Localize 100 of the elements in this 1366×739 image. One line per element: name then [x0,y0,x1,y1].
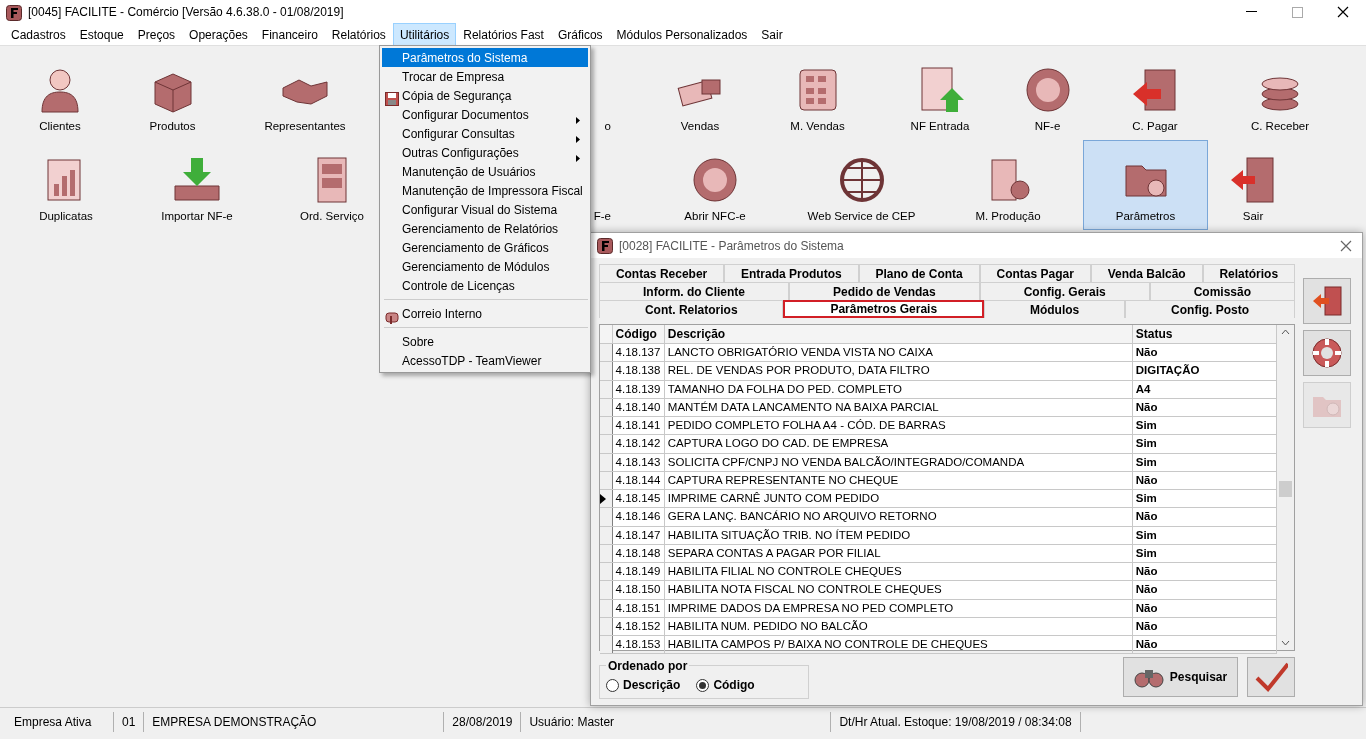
tab[interactable]: Relatórios [1202,264,1295,282]
app-logo-icon [597,238,613,255]
checkmark-icon [1254,662,1288,692]
code-cell: 4.18.141 [612,416,665,435]
scroll-down-icon[interactable] [1281,640,1290,646]
status-cell: Sim [1132,489,1277,508]
menu-item[interactable]: Configurar Documentos [382,105,588,124]
status-cell: Não [1132,343,1277,362]
dialog-title: [0028] FACILITE - Parâmetros do Sistema [619,237,844,255]
tray-arrow-icon [173,155,221,204]
code-cell: 4.18.142 [612,434,665,453]
desktop-shortcut[interactable]: Web Service de CEP [790,140,933,230]
description-cell: LANCTO OBRIGATÓRIO VENDA VISTA NO CAIXA [664,343,1133,362]
menu-item[interactable]: Controle de Licenças [382,276,588,295]
tab[interactable]: Plano de Conta [858,264,980,282]
tab[interactable]: Entrada Produtos [724,264,859,282]
column-header[interactable]: Descrição [664,325,1133,344]
code-cell: 4.18.153 [612,635,665,654]
tab[interactable]: Pedido de Vendas [789,282,980,300]
desktop-shortcut[interactable]: C. Receber [1220,50,1340,140]
description-cell: CAPTURA REPRESENTANTE NO CHEQUE [664,471,1133,490]
status-cell: Não [1132,599,1277,618]
description-cell: IMPRIME DADOS DA EMPRESA NO PED COMPLETO [664,599,1133,618]
desktop-shortcut[interactable]: Duplicatas [0,140,132,230]
scrollbar[interactable] [1277,325,1294,650]
status-cell: Sim [1132,526,1277,545]
toolbar-button[interactable] [1303,278,1351,324]
toolbar-button[interactable] [1303,330,1351,376]
description-cell: HABILITA NOTA FISCAL NO CONTROLE CHEQUES [664,580,1133,599]
desktop-shortcut[interactable]: Abrir NFC-e [640,140,790,230]
desktop-shortcut[interactable]: Parâmetros [1083,140,1208,230]
description-cell: REL. DE VENDAS POR PRODUTO, DATA FILTRO [664,361,1133,380]
column-header[interactable]: Código [612,325,665,344]
tab[interactable]: Módulos [984,300,1126,318]
status-field: EMPRESA DEMONSTRAÇÃO [144,711,445,732]
status-cell: Não [1132,398,1277,417]
tab[interactable]: Contas Receber [599,264,725,282]
description-cell: IMPRIME CARNÊ JUNTO COM PEDIDO [664,489,1133,508]
menu-item[interactable]: Gerenciamento de Gráficos [382,238,588,257]
tab[interactable]: Comissão [1149,282,1295,300]
tab[interactable]: Cont. Relatorios [599,300,784,318]
menu-item[interactable]: Relatórios [324,22,393,47]
radio-option[interactable]: Descrição [606,676,681,694]
menu-item[interactable]: AcessoTDP - TeamViewer [382,351,588,370]
menu-item[interactable]: Utilitários [392,22,457,47]
desktop-shortcut[interactable]: Produtos [120,50,225,140]
tab[interactable]: Contas Pagar [979,264,1091,282]
tab[interactable]: Parâmetros Gerais [783,300,985,318]
scroll-thumb[interactable] [1279,481,1292,497]
desktop-shortcut[interactable]: M. Produção [933,140,1083,230]
desktop-shortcut[interactable]: C. Pagar [1090,50,1220,140]
globe-icon [837,155,886,204]
menu-item[interactable]: Sobre [382,332,588,351]
circle-logo-icon [1023,65,1072,114]
menu-item[interactable]: Gráficos [550,22,610,47]
tab[interactable]: Inform. do Cliente [599,282,789,300]
search-button[interactable]: Pesquisar [1123,657,1238,697]
desktop-shortcut[interactable]: Sair [1208,140,1298,230]
tab[interactable]: Config. Posto [1125,300,1295,318]
radio-option[interactable]: Código [696,676,755,694]
menu-item[interactable]: Trocar de Empresa [382,67,588,86]
tab[interactable]: Config. Gerais [979,282,1150,300]
desktop-shortcut[interactable]: NF-e [1005,50,1090,140]
code-cell: 4.18.152 [612,617,665,636]
menu-item[interactable]: Cadastros [4,22,73,47]
menu-item[interactable]: Estoque [72,22,131,47]
menu-item[interactable]: Sair [754,22,790,47]
column-header[interactable]: Status [1132,325,1277,344]
menu-item[interactable]: Parâmetros do Sistema [382,48,588,67]
menu-item[interactable]: Operações [182,22,255,47]
door-arrow-icon [1229,155,1277,204]
circle-logo-icon [691,155,739,204]
confirm-button[interactable] [1247,657,1295,697]
menu-item[interactable]: Correio Interno [382,304,588,323]
desktop-shortcut[interactable]: Representantes [225,50,385,140]
menu-item[interactable]: Relatórios Fast [456,22,551,47]
desktop-shortcut[interactable]: NF Entrada [875,50,1005,140]
description-cell: SOLICITA CPF/CNPJ NO VENDA BALCÃO/INTEGRADO/COMANDA [664,453,1133,472]
tab[interactable]: Venda Balcão [1090,264,1203,282]
menu-item[interactable]: Configurar Consultas [382,124,588,143]
status-field: Empresa Ativa [6,711,114,732]
desktop-shortcut[interactable]: M. Vendas [760,50,875,140]
desktop-shortcut[interactable]: Importar NF-e [132,140,262,230]
desktop-shortcut[interactable]: Clientes [0,50,120,140]
menu-item[interactable]: Gerenciamento de Módulos [382,257,588,276]
status-cell: Não [1132,562,1277,581]
scroll-up-icon[interactable] [1281,329,1290,335]
description-cell: TAMANHO DA FOLHA DO PED. COMPLETO [664,380,1133,399]
code-cell: 4.18.138 [612,361,665,380]
mailbox-icon [385,309,399,324]
desktop-shortcut[interactable]: Vendas [640,50,760,140]
menu-item[interactable]: Financeiro [254,22,325,47]
status-cell: Não [1132,580,1277,599]
exit-door-icon [1311,285,1343,317]
menu-item[interactable]: Módulos Personalizados [609,22,755,47]
menu-item[interactable]: Cópia de Segurança [382,86,588,105]
description-cell: HABILITA CAMPOS P/ BAIXA NO CONTROLE DE CHEQUES [664,635,1133,654]
description-cell: CAPTURA LOGO DO CAD. DE EMPRESA [664,434,1133,453]
menu-item[interactable]: Preços [130,22,183,47]
window-title: [0045] FACILITE - Comércio [Versão 4.6.38.0 - 01/08/2019] [28,4,344,21]
